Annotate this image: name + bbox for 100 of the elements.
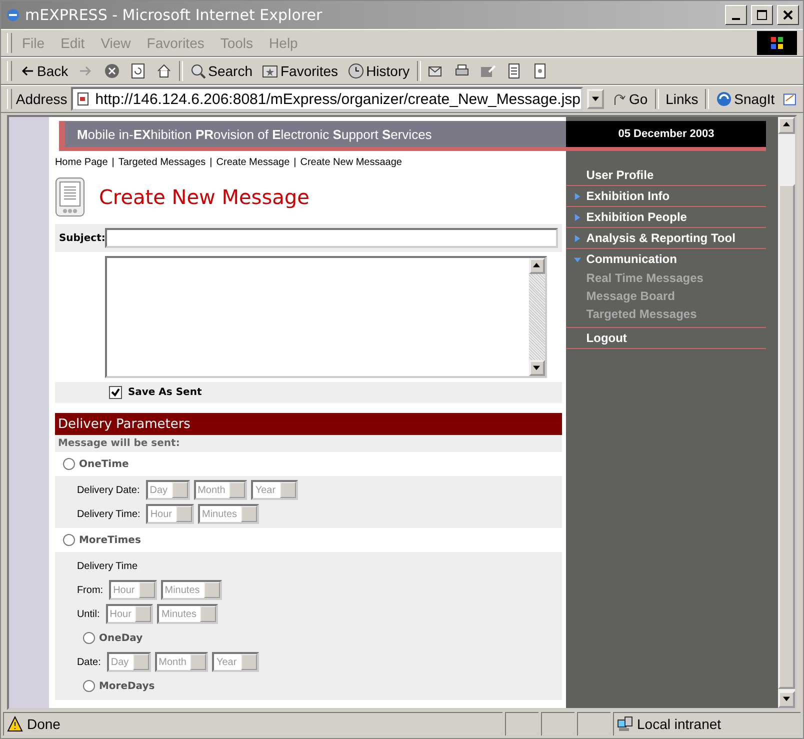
- radio-label: MoreTimes: [78, 534, 141, 546]
- status-text: Done: [3, 712, 503, 736]
- caret-icon: [533, 262, 540, 268]
- home-icon: [156, 63, 172, 79]
- nav-link[interactable]: User Profile: [566, 165, 766, 186]
- radio-button[interactable]: [82, 680, 95, 692]
- toolbar-button[interactable]: Back: [16, 63, 72, 79]
- menu-item[interactable]: Favorites: [140, 35, 210, 51]
- page-title: Create New Message: [98, 185, 310, 209]
- field-label: Delivery Time: [76, 560, 138, 572]
- radio-label: MoreDays: [98, 680, 155, 692]
- field-label: Until:: [76, 608, 100, 620]
- breadcrumb-link[interactable]: Home Page: [54, 157, 108, 168]
- page-icon: [75, 91, 92, 107]
- field-label: Delivery Time:: [76, 508, 140, 520]
- breadcrumb-separator: |: [112, 157, 114, 168]
- breadcrumb-separator: |: [294, 157, 296, 168]
- nav-section[interactable]: Communication: [566, 249, 766, 269]
- status-panel: [577, 712, 611, 736]
- dropdown[interactable]: Day: [106, 652, 151, 672]
- browser-logo-icon: [5, 7, 21, 23]
- go-button[interactable]: Go: [608, 91, 651, 107]
- minimize-icon: [732, 18, 740, 20]
- star-folder-icon: [262, 63, 278, 79]
- document-icon: [506, 63, 522, 79]
- minimize-button[interactable]: [725, 5, 747, 25]
- subject-field[interactable]: [104, 228, 558, 248]
- radio-button[interactable]: [62, 458, 75, 470]
- scroll-up-button[interactable]: [778, 117, 795, 134]
- nav-sub-link[interactable]: Real Time Messages: [566, 269, 766, 287]
- window-title: mEXPRESS - Microsoft Internet Explorer: [25, 6, 324, 24]
- links-button[interactable]: Links: [662, 91, 702, 107]
- checkbox[interactable]: [108, 386, 122, 399]
- dropdown[interactable]: Minutes: [160, 580, 222, 600]
- close-icon: [783, 10, 793, 20]
- search-icon: [190, 63, 206, 79]
- dropdown[interactable]: Hour: [146, 504, 194, 524]
- dropdown[interactable]: Minutes: [157, 604, 218, 624]
- dropdown[interactable]: Year: [251, 480, 298, 500]
- nav-section[interactable]: Analysis & Reporting Tool: [566, 228, 766, 249]
- close-button[interactable]: [777, 5, 799, 25]
- nav-sub-link[interactable]: Targeted Messages: [566, 305, 766, 323]
- maximize-button[interactable]: [751, 5, 773, 25]
- swirl-icon: [716, 91, 732, 107]
- dropdown[interactable]: Month: [194, 480, 248, 500]
- toolbar-button[interactable]: History: [345, 63, 413, 79]
- dropdown-button[interactable]: [586, 89, 604, 109]
- scroll-down-button[interactable]: [778, 691, 795, 708]
- radio-button[interactable]: [62, 534, 75, 546]
- nav-link[interactable]: Logout: [566, 328, 766, 349]
- dropdown[interactable]: Year: [212, 652, 259, 672]
- breadcrumb-link[interactable]: Create New Messaage: [300, 157, 402, 168]
- status-panel: [505, 712, 539, 736]
- caret-icon: [533, 364, 540, 370]
- date-text: 05 December 2003: [618, 128, 714, 140]
- menu-item[interactable]: View: [94, 35, 137, 51]
- nav-sub-link[interactable]: Message Board: [566, 287, 766, 305]
- field-label: From:: [76, 584, 104, 596]
- dropdown[interactable]: Day: [146, 480, 190, 500]
- nav-section[interactable]: Exhibition People: [566, 207, 766, 228]
- toolbar-button[interactable]: Search: [187, 63, 256, 79]
- scroll-thumb[interactable]: [778, 184, 795, 689]
- zone-indicator: Local intranet: [613, 712, 801, 736]
- toolbar-button[interactable]: Favorites: [259, 63, 342, 79]
- radio-button[interactable]: [82, 632, 95, 644]
- scroll-up-button[interactable]: [528, 258, 545, 274]
- dropdown[interactable]: Minutes: [198, 504, 260, 524]
- field-label: Date:: [76, 656, 101, 668]
- clock-icon: [348, 63, 364, 79]
- handheld-device-icon: [54, 177, 85, 217]
- edit-icon: [480, 63, 496, 79]
- menu-item[interactable]: Edit: [54, 35, 91, 51]
- menu-item[interactable]: Help: [263, 35, 304, 51]
- caret-icon: [592, 94, 599, 102]
- address-field[interactable]: http://146.124.6.206:8081/mExpress/organizer/create_New_Message.jsp: [71, 87, 583, 111]
- dropdown[interactable]: Month: [154, 652, 208, 672]
- radio-label: OneDay: [98, 632, 143, 644]
- dropdown[interactable]: Hour: [106, 604, 154, 624]
- section-header: Delivery Parameters: [54, 413, 562, 435]
- checkbox-label: Save As Sent: [128, 387, 202, 398]
- messenger-icon: [532, 63, 548, 79]
- banner-title: Mobile in-EXhibition PRovision of Electronic Support Services: [76, 126, 432, 142]
- breadcrumb-link[interactable]: Targeted Messages: [118, 157, 206, 168]
- refresh-icon: [130, 63, 146, 79]
- menu-item[interactable]: File: [16, 35, 51, 51]
- scroll-down-button[interactable]: [528, 360, 545, 376]
- nav-section[interactable]: Exhibition Info: [566, 186, 766, 207]
- section-subtitle: Message will be sent:: [54, 435, 562, 452]
- field-label: Delivery Date:: [76, 484, 140, 496]
- dropdown[interactable]: Hour: [109, 580, 157, 600]
- stop-icon: [104, 63, 120, 79]
- network-computers-icon: [617, 716, 633, 732]
- warning-icon: [7, 716, 23, 732]
- snagit-button[interactable]: SnagIt: [713, 91, 778, 107]
- address-label: Address: [16, 91, 68, 107]
- menu-item[interactable]: Tools: [214, 35, 260, 51]
- message-field[interactable]: [104, 256, 547, 378]
- breadcrumb-link[interactable]: Create Message: [216, 157, 290, 168]
- windows-logo-icon: [757, 31, 797, 55]
- breadcrumb-separator: |: [210, 157, 212, 168]
